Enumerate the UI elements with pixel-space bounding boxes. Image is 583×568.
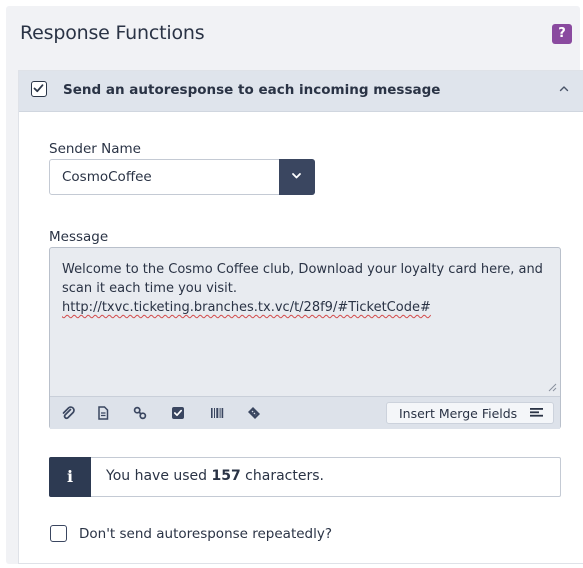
help-icon[interactable]: ? (552, 24, 572, 44)
sender-name-select[interactable]: CosmoCoffee (49, 159, 315, 195)
message-text[interactable]: Welcome to the Cosmo Coffee club, Downlo… (62, 260, 548, 317)
message-url: http://txvc.ticketing.branches.tx.vc/t/2… (62, 300, 431, 315)
message-textarea[interactable]: Welcome to the Cosmo Coffee club, Downlo… (49, 247, 561, 429)
panel-title: Response Functions (20, 22, 205, 44)
sender-name-value: CosmoCoffee (62, 169, 152, 185)
insert-merge-fields-label: Insert Merge Fields (399, 406, 518, 421)
resize-grip-icon[interactable] (547, 382, 557, 392)
dropdown-button[interactable] (279, 159, 315, 195)
autoresponse-section: Send an autoresponse to each incoming me… (18, 70, 583, 564)
chevron-up-icon[interactable] (557, 82, 571, 96)
message-label: Message (49, 229, 109, 245)
ticket-icon[interactable] (246, 405, 262, 421)
align-lines-icon (530, 408, 543, 417)
checkbox-icon[interactable] (170, 405, 186, 421)
sender-name-label: Sender Name (49, 141, 141, 157)
message-body: Welcome to the Cosmo Coffee club, Downlo… (62, 262, 543, 296)
barcode-icon[interactable] (209, 405, 225, 421)
character-count-notice: i You have used 157 characters. (49, 457, 561, 497)
chevron-down-icon (292, 173, 301, 179)
checkmark-icon (33, 84, 44, 93)
character-count: 157 (211, 468, 241, 484)
paperclip-icon[interactable] (60, 405, 76, 421)
document-icon[interactable] (95, 405, 111, 421)
response-functions-panel: Response Functions ? Send an autorespons… (6, 6, 583, 564)
autoresponse-label: Send an autoresponse to each incoming me… (63, 82, 441, 98)
message-toolbar: Insert Merge Fields (50, 396, 560, 429)
insert-merge-fields-button[interactable]: Insert Merge Fields (386, 402, 554, 424)
info-icon: i (49, 457, 91, 497)
character-count-text: You have used 157 characters. (106, 468, 324, 484)
no-repeat-label[interactable]: Don't send autoresponse repeatedly? (79, 526, 332, 542)
link-icon[interactable] (132, 405, 148, 421)
autoresponse-checkbox[interactable] (31, 81, 47, 97)
no-repeat-checkbox[interactable] (50, 525, 67, 542)
section-header[interactable]: Send an autoresponse to each incoming me… (19, 71, 583, 112)
